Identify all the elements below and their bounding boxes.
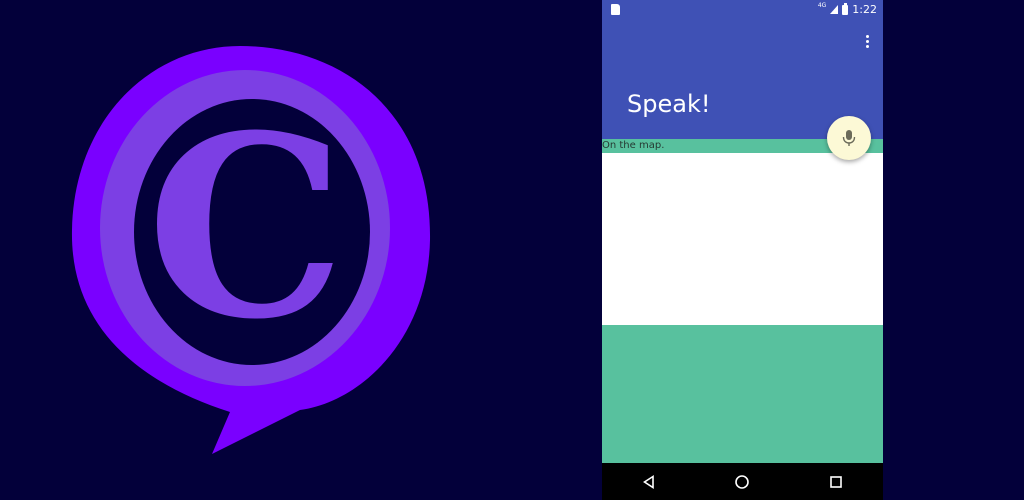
sd-card-icon — [611, 4, 620, 15]
microphone-icon — [842, 130, 856, 146]
navigation-bar — [602, 463, 883, 500]
recents-icon — [830, 475, 842, 488]
recents-button[interactable] — [821, 467, 851, 497]
logo-letter: C — [147, 80, 346, 374]
phone-screen: 4G 1:22 Speak! On the map. — [602, 0, 883, 500]
speak-fab-button[interactable] — [827, 116, 871, 160]
app-title: Speak! — [627, 90, 711, 118]
home-icon — [735, 474, 750, 489]
status-bar: 4G 1:22 — [602, 0, 883, 20]
status-time: 1:22 — [852, 3, 877, 16]
content-panel — [602, 153, 883, 325]
network-type: 4G — [817, 2, 827, 9]
back-icon — [642, 474, 654, 489]
home-button[interactable] — [727, 467, 757, 497]
signal-icon — [830, 5, 839, 14]
back-button[interactable] — [634, 467, 664, 497]
chat-bubble-logo-icon: C — [71, 46, 431, 454]
app-logo: C — [60, 40, 440, 460]
more-vert-icon[interactable] — [861, 32, 873, 50]
battery-icon — [842, 2, 849, 15]
map-label: On the map. — [602, 140, 665, 151]
